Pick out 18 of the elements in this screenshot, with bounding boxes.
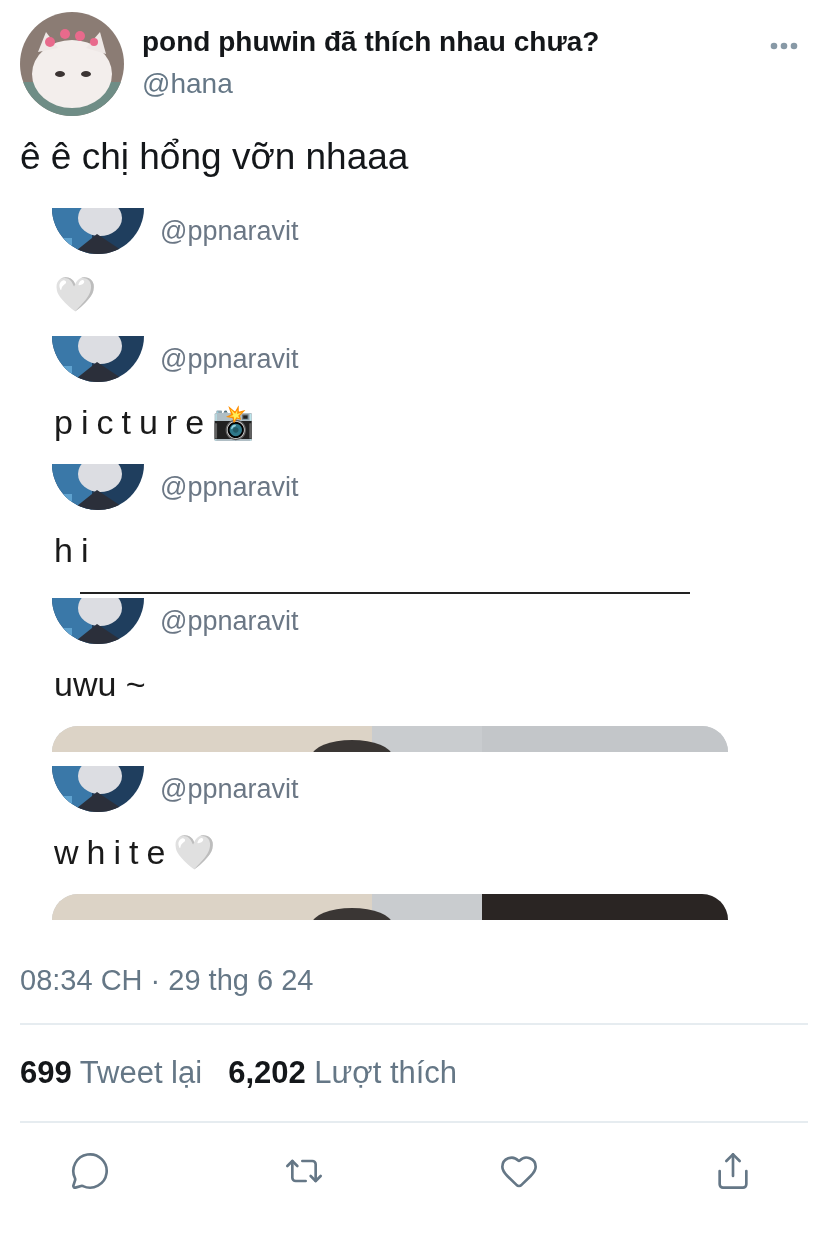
timestamp: 08:34 CH · 29 thg 6 24 xyxy=(20,964,808,1025)
username: @hana xyxy=(142,68,234,100)
tweet-text: ê ê chị hổng vỡn nhaaa xyxy=(20,136,410,178)
comment-text: white🤍 xyxy=(54,832,224,872)
comment-text: hi xyxy=(54,530,97,570)
comment-text: 🤍 xyxy=(54,274,96,314)
stat-count[interactable]: 6,202 Lượt thích xyxy=(228,1055,458,1091)
more-icon[interactable] xyxy=(770,42,798,50)
comment-username: @ppnaravit xyxy=(160,344,299,375)
comment-text: picture📸 xyxy=(54,402,263,442)
comment-username: @ppnaravit xyxy=(160,606,299,637)
speech-bubble-icon[interactable] xyxy=(70,1151,110,1191)
comment-username: @ppnaravit xyxy=(160,216,299,247)
comment-username: @ppnaravit xyxy=(160,472,299,503)
comment-text: uwu ~ xyxy=(54,664,146,704)
display-name: pond phuwin đã thích nhau chưa? xyxy=(142,26,601,58)
stat-count[interactable]: 699 Tweet lại xyxy=(20,1055,203,1091)
comment-username: @ppnaravit xyxy=(160,774,299,805)
